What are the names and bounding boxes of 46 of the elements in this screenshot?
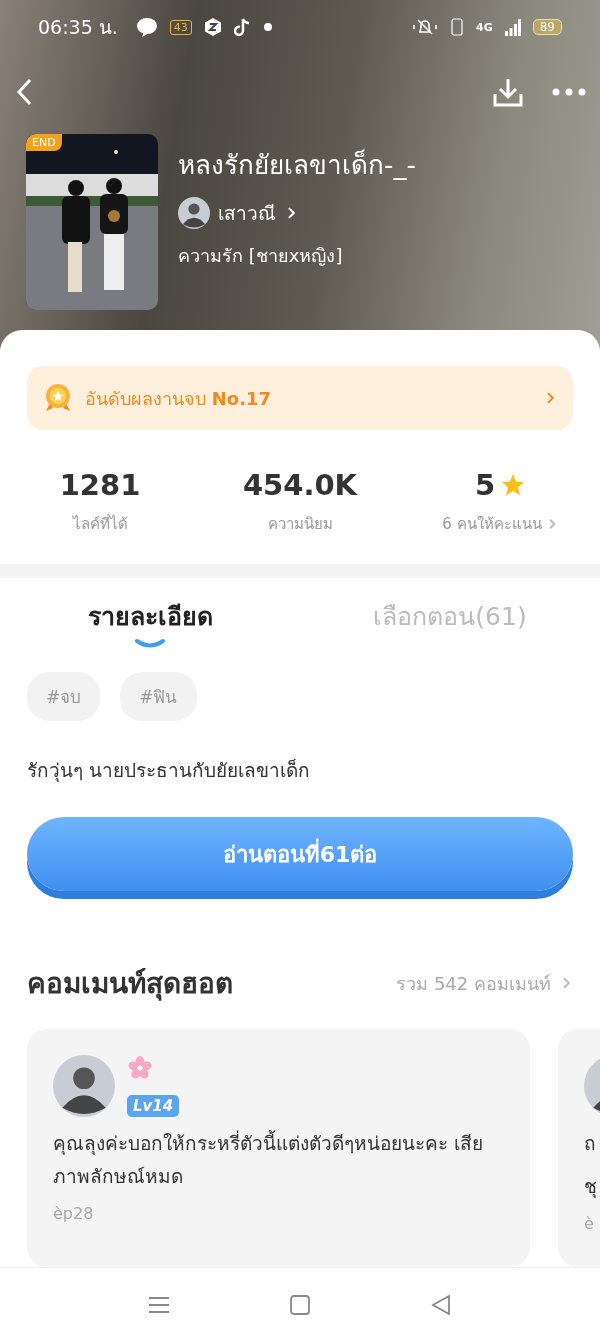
end-tag: END bbox=[26, 134, 62, 151]
episode-label: è bbox=[584, 1213, 595, 1233]
stat-value: 5 bbox=[474, 468, 496, 502]
tag-chip[interactable]: #จบ bbox=[27, 672, 101, 721]
stat-value: 1281 bbox=[59, 468, 141, 502]
dot-icon bbox=[263, 23, 272, 31]
book-title: หลงรักยัยเลขาเด็ก-_- bbox=[178, 148, 416, 182]
star-icon bbox=[501, 473, 526, 497]
stat-label: ไลค์ที่ได้ bbox=[72, 513, 128, 535]
stat-label: ความนิยม bbox=[267, 514, 333, 535]
music-note-icon bbox=[233, 17, 252, 37]
stat-value: 454.0K bbox=[242, 468, 358, 502]
chat-bubble-icon bbox=[135, 17, 158, 37]
notification-badge: 43 bbox=[169, 19, 192, 35]
comment-count-link[interactable]: รวม 542 คอมเมนท์ bbox=[396, 968, 551, 998]
section-title: คอมเมนท์สุดฮอต bbox=[27, 966, 233, 1003]
comment-text: ถ bbox=[584, 1131, 597, 1156]
tab-indicator bbox=[134, 638, 166, 648]
more-icon[interactable] bbox=[552, 88, 586, 96]
medal-icon bbox=[43, 383, 73, 413]
download-icon[interactable] bbox=[492, 76, 524, 108]
tag-chip[interactable]: #ฟิน bbox=[120, 672, 197, 721]
battery-level: 89 bbox=[532, 19, 562, 35]
tab[interactable]: เลือกตอน(61) bbox=[300, 596, 600, 648]
rank-text: อันดับผลงานจบ No.17 bbox=[85, 386, 272, 411]
rank-banner[interactable]: อันดับผลงานจบ No.17 bbox=[27, 366, 573, 430]
home-icon[interactable] bbox=[290, 1295, 310, 1315]
bell-off-icon bbox=[412, 17, 439, 37]
status-time: 06:35 น. bbox=[38, 15, 118, 40]
episode-label: èp28 bbox=[53, 1203, 95, 1223]
genre-label: ความรัก [ชายxหญิง] bbox=[178, 244, 344, 268]
flower-icon bbox=[127, 1055, 153, 1081]
comment-text: ชุ bbox=[584, 1174, 598, 1200]
tab[interactable]: รายละเอียด bbox=[0, 596, 300, 648]
network-type: 4G bbox=[476, 20, 493, 34]
menu-icon[interactable] bbox=[148, 1295, 170, 1315]
author-name[interactable]: เสาวณี bbox=[218, 198, 276, 228]
stat-label[interactable]: 6 คนให้คะแนน bbox=[442, 512, 542, 536]
comment-text: คุณลุงค่ะบอกให้กระหรี่ตัวนี้แต่งตัวดีๆหน่อยนะคะ เสียภาพลักษณ์หมด bbox=[53, 1129, 485, 1190]
back-icon[interactable] bbox=[430, 1294, 452, 1316]
user-avatar[interactable] bbox=[178, 197, 210, 229]
level-badge: Lv14 bbox=[127, 1095, 180, 1117]
user-avatar[interactable] bbox=[53, 1055, 115, 1117]
signal-icon bbox=[504, 18, 521, 36]
description: รักวุ่นๆ นายประธานกับยัยเลขาเด็ก bbox=[26, 758, 312, 784]
hexagon-icon bbox=[203, 17, 222, 37]
